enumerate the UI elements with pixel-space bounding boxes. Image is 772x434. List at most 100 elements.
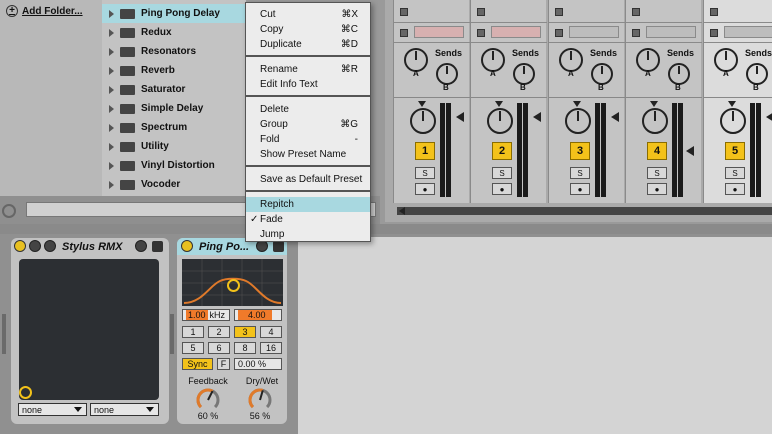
volume-fader-icon[interactable] <box>766 112 772 122</box>
menu-item[interactable]: Copy ⌘C <box>246 22 370 37</box>
menu-item[interactable]: Fold - <box>246 132 370 147</box>
browser-item[interactable]: Reverb <box>102 61 246 80</box>
beat-division-button[interactable]: 1 <box>182 326 204 338</box>
browser-item[interactable]: Ping Pong Delay <box>102 4 246 23</box>
volume-fader-icon[interactable] <box>686 146 694 156</box>
hot-swap-icon[interactable] <box>2 204 16 218</box>
add-folder-button[interactable]: + Add Folder... <box>6 5 83 17</box>
pan-knob[interactable] <box>565 108 591 134</box>
beat-division-button[interactable]: 16 <box>260 342 282 354</box>
expand-icon[interactable] <box>109 142 114 151</box>
pan-knob[interactable] <box>487 108 513 134</box>
f-button[interactable]: F <box>217 358 230 370</box>
solo-button[interactable]: S <box>647 167 667 179</box>
expand-icon[interactable] <box>109 85 114 94</box>
clip-stop-button[interactable] <box>555 29 563 37</box>
volume-fader-icon[interactable] <box>533 112 541 122</box>
beat-division-button[interactable]: 6 <box>208 342 230 354</box>
arm-button[interactable]: ● <box>570 183 590 195</box>
expand-icon[interactable] <box>109 180 114 189</box>
send-b-knob[interactable] <box>746 63 768 85</box>
clip-slot[interactable] <box>646 26 696 38</box>
clip-slot[interactable] <box>569 26 619 38</box>
arm-button[interactable]: ● <box>647 183 667 195</box>
menu-item[interactable]: Show Preset Name <box>246 147 370 162</box>
browser-item[interactable]: Redux <box>102 23 246 42</box>
pan-knob[interactable] <box>410 108 436 134</box>
browser-item[interactable]: Vocoder <box>102 175 246 194</box>
menu-item[interactable]: Duplicate ⌘D <box>246 37 370 52</box>
device-edit-icon[interactable] <box>135 240 147 252</box>
send-b-knob[interactable] <box>591 63 613 85</box>
menu-item[interactable]: Jump <box>246 227 370 242</box>
frequency-field[interactable]: 1.00 kHz <box>182 309 230 321</box>
clip-slot[interactable] <box>491 26 541 38</box>
pan-knob[interactable] <box>720 108 746 134</box>
xy-pad[interactable] <box>19 259 159 400</box>
feedback-knob[interactable] <box>194 386 222 414</box>
filter-handle[interactable] <box>227 279 240 292</box>
device-chain-handle[interactable] <box>2 314 6 354</box>
clip-stop-button[interactable] <box>632 8 640 16</box>
sync-button[interactable]: Sync <box>182 358 213 370</box>
menu-item[interactable]: Cut ⌘X <box>246 7 370 22</box>
browser-item[interactable]: Utility <box>102 137 246 156</box>
volume-fader-icon[interactable] <box>611 112 619 122</box>
track-activator-button[interactable]: 3 <box>570 142 590 160</box>
track-activator-button[interactable]: 5 <box>725 142 745 160</box>
device-on-icon[interactable] <box>181 240 193 252</box>
send-b-knob[interactable] <box>668 63 690 85</box>
menu-item[interactable]: Delete <box>246 102 370 117</box>
expand-icon[interactable] <box>109 104 114 113</box>
x-param-select[interactable]: none <box>18 403 87 416</box>
arm-button[interactable]: ● <box>415 183 435 195</box>
expand-icon[interactable] <box>109 9 114 18</box>
solo-button[interactable]: S <box>725 167 745 179</box>
expand-icon[interactable] <box>109 28 114 37</box>
volume-fader-icon[interactable] <box>456 112 464 122</box>
width-field[interactable]: 4.00 <box>234 309 282 321</box>
device-menu-icon[interactable] <box>29 240 41 252</box>
menu-item[interactable]: ✓ Fade <box>246 212 370 227</box>
xy-handle[interactable] <box>19 386 32 399</box>
menu-item[interactable]: Repitch <box>246 197 370 212</box>
send-b-knob[interactable] <box>436 63 458 85</box>
device-chain-handle[interactable] <box>170 314 174 354</box>
clip-stop-button[interactable] <box>477 8 485 16</box>
clip-stop-button[interactable] <box>710 8 718 16</box>
track-activator-button[interactable]: 4 <box>647 142 667 160</box>
expand-icon[interactable] <box>109 123 114 132</box>
drywet-knob[interactable] <box>246 386 274 414</box>
send-b-knob[interactable] <box>513 63 535 85</box>
clip-stop-button[interactable] <box>710 29 718 37</box>
expand-icon[interactable] <box>109 47 114 56</box>
clip-slot[interactable] <box>724 26 772 38</box>
solo-button[interactable]: S <box>415 167 435 179</box>
browser-item[interactable]: Spectrum <box>102 118 246 137</box>
browser-item[interactable]: Saturator <box>102 80 246 99</box>
beat-division-button[interactable]: 4 <box>260 326 282 338</box>
mixer-scrollbar[interactable] <box>397 207 772 215</box>
beat-division-button[interactable]: 5 <box>182 342 204 354</box>
menu-item[interactable]: Save as Default Preset <box>246 172 370 187</box>
solo-button[interactable]: S <box>570 167 590 179</box>
save-icon[interactable] <box>152 241 163 252</box>
device-fold-icon[interactable] <box>44 240 56 252</box>
y-param-select[interactable]: none <box>90 403 159 416</box>
offset-field[interactable]: 0.00 % <box>234 358 282 370</box>
browser-item[interactable]: Vinyl Distortion <box>102 156 246 175</box>
filter-graph[interactable] <box>182 259 283 306</box>
pan-knob[interactable] <box>642 108 668 134</box>
arm-button[interactable]: ● <box>492 183 512 195</box>
menu-item[interactable]: Rename ⌘R <box>246 62 370 77</box>
arm-button[interactable]: ● <box>725 183 745 195</box>
save-icon[interactable] <box>273 241 284 252</box>
clip-stop-button[interactable] <box>477 29 485 37</box>
track-activator-button[interactable]: 1 <box>415 142 435 160</box>
scroll-left-icon[interactable] <box>399 207 405 215</box>
beat-division-button[interactable]: 8 <box>234 342 256 354</box>
menu-item[interactable]: Edit Info Text <box>246 77 370 92</box>
panel-divider[interactable] <box>0 224 772 234</box>
solo-button[interactable]: S <box>492 167 512 179</box>
beat-division-button[interactable]: 3 <box>234 326 256 338</box>
